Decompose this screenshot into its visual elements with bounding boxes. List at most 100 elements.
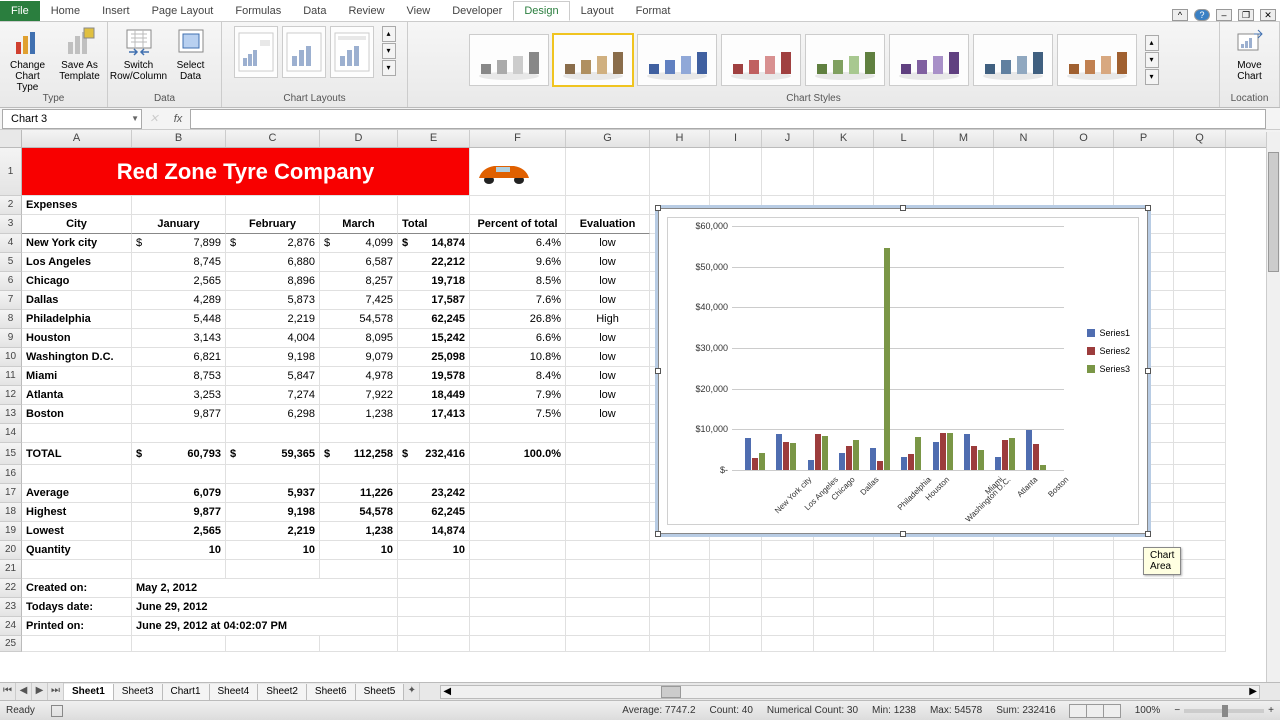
zoom-slider[interactable] (1184, 709, 1264, 713)
col-header-C[interactable]: C (226, 130, 320, 147)
save-as-template-button[interactable]: Save As Template (56, 26, 104, 82)
col-header-G[interactable]: G (566, 130, 650, 147)
zoom-out-icon[interactable]: − (1174, 705, 1180, 716)
col-header-F[interactable]: F (470, 130, 566, 147)
row-header-2[interactable]: 2 (0, 196, 22, 215)
sheet-tab-Sheet4[interactable]: Sheet4 (210, 684, 259, 700)
row-header-1[interactable]: 1 (0, 148, 22, 196)
fx-icon[interactable]: fx (166, 113, 190, 125)
row-header-8[interactable]: 8 (0, 310, 22, 329)
new-sheet-icon[interactable]: ✦ (404, 683, 420, 700)
row-header-3[interactable]: 3 (0, 215, 22, 234)
row-header-12[interactable]: 12 (0, 386, 22, 405)
col-header-I[interactable]: I (710, 130, 762, 147)
sheet-nav-last-icon[interactable]: ⏭ (48, 683, 64, 700)
row-header-16[interactable]: 16 (0, 465, 22, 484)
horizontal-scrollbar[interactable]: ◀▶ (440, 685, 1260, 699)
tab-data[interactable]: Data (292, 1, 337, 21)
col-header-O[interactable]: O (1054, 130, 1114, 147)
sheet-nav-prev-icon[interactable]: ◀ (16, 683, 32, 700)
row-header-4[interactable]: 4 (0, 234, 22, 253)
chart-style-3[interactable] (637, 34, 717, 86)
chevron-down-icon[interactable]: ▼ (131, 114, 139, 123)
row-header-15[interactable]: 15 (0, 443, 22, 465)
chart-style-4[interactable] (721, 34, 801, 86)
embedded-chart[interactable]: $-$10,000$20,000$30,000$40,000$50,000$60… (658, 208, 1148, 534)
col-header-A[interactable]: A (22, 130, 132, 147)
zoom-in-icon[interactable]: + (1268, 705, 1274, 716)
view-normal-icon[interactable] (1069, 704, 1087, 718)
sheet-tab-Sheet1[interactable]: Sheet1 (64, 684, 114, 700)
col-header-P[interactable]: P (1114, 130, 1174, 147)
sheet-nav-first-icon[interactable]: ⏮ (0, 683, 16, 700)
tab-design[interactable]: Design (513, 1, 569, 21)
row-header-6[interactable]: 6 (0, 272, 22, 291)
row-header-24[interactable]: 24 (0, 617, 22, 636)
layouts-up-icon[interactable]: ▴ (382, 26, 396, 42)
tab-format[interactable]: Format (625, 1, 682, 21)
zoom-level[interactable]: 100% (1135, 705, 1161, 716)
chart-style-2[interactable] (553, 34, 633, 86)
chart-layout-1[interactable] (234, 26, 278, 78)
view-page-layout-icon[interactable] (1086, 704, 1104, 718)
tab-file[interactable]: File (0, 1, 40, 21)
switch-row-column-button[interactable]: Switch Row/Column (115, 26, 163, 82)
tab-insert[interactable]: Insert (91, 1, 141, 21)
col-header-B[interactable]: B (132, 130, 226, 147)
macro-record-icon[interactable] (51, 705, 63, 717)
layouts-more-icon[interactable]: ▾ (382, 60, 396, 76)
col-header-K[interactable]: K (814, 130, 874, 147)
sheet-tab-Chart1[interactable]: Chart1 (163, 684, 210, 700)
window-close-icon[interactable]: ✕ (1260, 9, 1276, 21)
sheet-nav-next-icon[interactable]: ▶ (32, 683, 48, 700)
sheet-tab-Sheet6[interactable]: Sheet6 (307, 684, 356, 700)
col-header-E[interactable]: E (398, 130, 470, 147)
row-header-23[interactable]: 23 (0, 598, 22, 617)
row-header-25[interactable]: 25 (0, 636, 22, 652)
row-header-5[interactable]: 5 (0, 253, 22, 272)
select-all-corner[interactable] (0, 130, 22, 147)
col-header-M[interactable]: M (934, 130, 994, 147)
chart-layout-2[interactable] (282, 26, 326, 78)
col-header-L[interactable]: L (874, 130, 934, 147)
view-page-break-icon[interactable] (1103, 704, 1121, 718)
sheet-tab-Sheet5[interactable]: Sheet5 (356, 684, 405, 700)
spreadsheet-grid[interactable]: ABCDEFGHIJKLMNOPQ 1Red Zone Tyre Company… (0, 130, 1280, 682)
row-header-20[interactable]: 20 (0, 541, 22, 560)
row-header-22[interactable]: 22 (0, 579, 22, 598)
row-header-13[interactable]: 13 (0, 405, 22, 424)
sheet-tab-Sheet3[interactable]: Sheet3 (114, 684, 163, 700)
row-header-18[interactable]: 18 (0, 503, 22, 522)
tab-layout[interactable]: Layout (570, 1, 625, 21)
tab-formulas[interactable]: Formulas (224, 1, 292, 21)
chart-style-6[interactable] (889, 34, 969, 86)
col-header-N[interactable]: N (994, 130, 1054, 147)
chart-style-1[interactable] (469, 34, 549, 86)
tab-developer[interactable]: Developer (441, 1, 513, 21)
row-header-9[interactable]: 9 (0, 329, 22, 348)
window-minimize-icon[interactable]: – (1216, 9, 1232, 21)
vertical-scrollbar[interactable] (1266, 132, 1280, 682)
chart-style-7[interactable] (973, 34, 1053, 86)
row-header-17[interactable]: 17 (0, 484, 22, 503)
row-header-11[interactable]: 11 (0, 367, 22, 386)
tab-view[interactable]: View (396, 1, 442, 21)
help-icon[interactable]: ? (1194, 9, 1210, 21)
col-header-J[interactable]: J (762, 130, 814, 147)
move-chart-button[interactable]: Move Chart (1226, 26, 1274, 82)
styles-down-icon[interactable]: ▾ (1145, 52, 1159, 68)
tab-review[interactable]: Review (337, 1, 395, 21)
cancel-formula-icon[interactable]: ✕ (142, 112, 166, 125)
row-header-7[interactable]: 7 (0, 291, 22, 310)
minimize-ribbon-icon[interactable]: ^ (1172, 9, 1188, 21)
row-header-10[interactable]: 10 (0, 348, 22, 367)
chart-style-8[interactable] (1057, 34, 1137, 86)
row-header-14[interactable]: 14 (0, 424, 22, 443)
layouts-down-icon[interactable]: ▾ (382, 43, 396, 59)
col-header-Q[interactable]: Q (1174, 130, 1226, 147)
styles-more-icon[interactable]: ▾ (1145, 69, 1159, 85)
window-restore-icon[interactable]: ❐ (1238, 9, 1254, 21)
styles-up-icon[interactable]: ▴ (1145, 35, 1159, 51)
change-chart-type-button[interactable]: Change Chart Type (4, 26, 52, 93)
col-header-H[interactable]: H (650, 130, 710, 147)
